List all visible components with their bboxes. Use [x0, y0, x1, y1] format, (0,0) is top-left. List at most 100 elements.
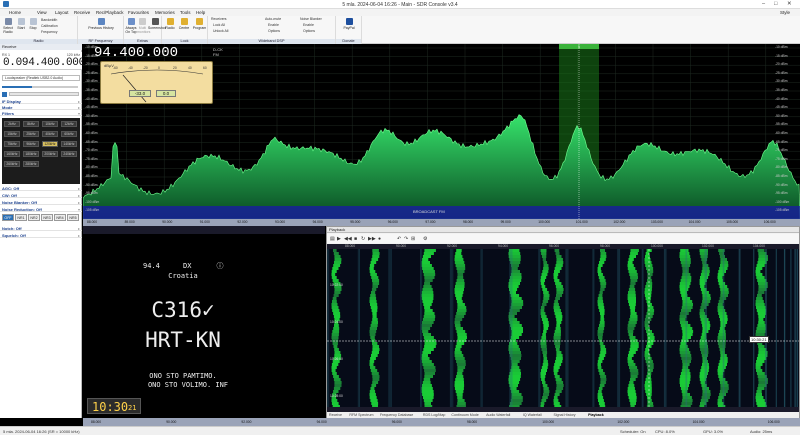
menu-style[interactable]: Style [780, 10, 790, 15]
noise-blanker-options[interactable]: Options [303, 29, 315, 33]
tab-signal-history[interactable]: Signal History [553, 413, 575, 417]
spectrum-display[interactable]: 1 -10 dBm-15 dBm-20 dBm-25 dBm-30 dBm-35… [83, 44, 800, 219]
filter-8kHz[interactable]: 8kHz [23, 121, 39, 127]
spectrum-frequency[interactable]: 94.400.000 [94, 45, 178, 61]
start-button[interactable]: Start [16, 18, 26, 30]
menu-home[interactable]: Home [9, 10, 21, 15]
unlock-all-button[interactable]: Unlock All [213, 29, 228, 33]
squelch-header[interactable]: Squelch: Off ▸ [0, 233, 82, 238]
zoom-icon[interactable]: ⊞ [411, 236, 415, 242]
always-on-top-button[interactable]: Always On Top [125, 18, 137, 34]
filter-120kHz[interactable]: 120kHz [42, 141, 58, 147]
filter-25kHz[interactable]: 25kHz [23, 131, 39, 137]
minimize-icon[interactable]: – [762, 1, 765, 7]
stop-icon[interactable]: ■ [354, 236, 357, 242]
nr-button-nr4[interactable]: NR4 [54, 214, 66, 221]
noise-blanker-enable[interactable]: Enable [303, 23, 314, 27]
filter-60kHz[interactable]: 60kHz [61, 131, 77, 137]
menu-rec-playback[interactable]: Rec/Playback [96, 10, 124, 15]
rds-info-icon[interactable]: ⓘ [215, 261, 225, 271]
frequency-display[interactable]: 0.094.400.000 [3, 57, 85, 69]
audio-device-select[interactable]: Loudspeaker (Realtek USB2.0 Audio) [2, 75, 80, 81]
bandwidth-select[interactable]: Bandwidth [41, 18, 57, 22]
menu-help[interactable]: Help [196, 10, 205, 15]
nr-button-nr3[interactable]: NR3 [41, 214, 53, 221]
paypal-button[interactable]: PayPal [339, 18, 359, 30]
filter-10kHz[interactable]: 10kHz [42, 121, 58, 127]
filter-96kHz[interactable]: 96kHz [23, 141, 39, 147]
select-radio-button[interactable]: Select Radio [2, 18, 14, 34]
waterfall-cell [679, 378, 691, 381]
previous-history-button[interactable]: Previous History [81, 18, 121, 30]
tab-continuum-mode[interactable]: Continuum Mode [451, 413, 478, 417]
auto-mute-options[interactable]: Options [268, 29, 280, 33]
calibration-button[interactable]: Calibration [41, 24, 58, 28]
lock-radio-button[interactable]: Radio [163, 18, 177, 30]
screenshot-button[interactable]: Screenshot [148, 18, 166, 30]
filter-12kHz[interactable]: 12kHz [61, 121, 77, 127]
nr-button-off[interactable]: OFF [2, 214, 14, 221]
settings-icon[interactable]: ⚙ [423, 236, 427, 242]
filter-280kHz[interactable]: 280kHz [23, 161, 39, 167]
volume-slider[interactable] [2, 86, 78, 88]
lock-centre-button[interactable]: Centre [177, 18, 191, 30]
filter-180kHz[interactable]: 180kHz [23, 151, 39, 157]
if-display-header[interactable]: IF Display ▸ [0, 99, 82, 104]
menu-layout[interactable]: Layout [55, 10, 69, 15]
squelch-slider[interactable] [9, 92, 79, 96]
stop-button[interactable]: Stop [28, 18, 38, 30]
frequency-button[interactable]: Frequency [41, 30, 58, 34]
maximize-icon[interactable]: □ [774, 1, 777, 7]
loop-icon[interactable]: ↻ [361, 236, 365, 242]
speaker-icon[interactable] [2, 92, 7, 97]
redo-icon[interactable]: ↷ [404, 236, 408, 242]
agc-header[interactable]: AGC: Off ▸ [0, 186, 82, 191]
tab-iq-waterfall[interactable]: IQ Waterfall [523, 413, 542, 417]
filter-2kHz[interactable]: 2kHz [4, 121, 20, 127]
tab-playback[interactable]: Playback [588, 413, 604, 417]
close-icon[interactable]: ✕ [787, 1, 792, 7]
filter-160kHz[interactable]: 160kHz [4, 151, 20, 157]
menu-favourites[interactable]: Favourites [128, 10, 149, 15]
filter-40kHz[interactable]: 40kHz [42, 131, 58, 137]
tab-receive[interactable]: Receive [329, 413, 342, 417]
tab-rfm-spectrum[interactable]: RFM Spectrum [349, 413, 373, 417]
undo-icon[interactable]: ↶ [397, 236, 401, 242]
noise-blanker-header[interactable]: Noise Blanker: Off ▸ [0, 200, 82, 205]
mode-header[interactable]: Mode ▸ [0, 105, 82, 110]
filter-240kHz[interactable]: 240kHz [61, 151, 77, 157]
bottom-frequency-scale[interactable]: 88.000 90.000 92.000 94.000 96.000 98.000 100.… [83, 418, 800, 426]
menu-view[interactable]: View [37, 10, 47, 15]
rewind-icon[interactable]: ◀◀ [344, 236, 352, 242]
forward-icon[interactable]: ▶▶ [368, 236, 376, 242]
filter-15kHz[interactable]: 15kHz [4, 131, 20, 137]
waterfall-cell [553, 396, 558, 399]
tab-rds-log-map[interactable]: RDS Log/Map [423, 413, 446, 417]
nr-button-nr1[interactable]: NR1 [15, 214, 27, 221]
lock-program-button[interactable]: Program [192, 18, 207, 30]
menu-tools[interactable]: Tools [180, 10, 191, 15]
frequency-scale[interactable]: 88.000 89.000 90.000 91.000 92.000 93.000 94.0… [83, 219, 800, 226]
playback-waterfall[interactable] [327, 249, 799, 407]
menu-memories[interactable]: Memories [155, 10, 175, 15]
menu-receive[interactable]: Receive [74, 10, 90, 15]
auto-mute-enable[interactable]: Enable [268, 23, 279, 27]
folder-icon[interactable]: ▤ [330, 236, 335, 242]
tab-frequency-database[interactable]: Frequency Database [380, 413, 413, 417]
play-icon[interactable]: ▶ [337, 236, 341, 242]
notch-header[interactable]: Notch: Off ▸ [0, 226, 82, 231]
record-icon[interactable]: ● [378, 236, 381, 242]
filter-75kHz[interactable]: 75kHz [4, 141, 20, 147]
filter-260kHz[interactable]: 260kHz [4, 161, 20, 167]
multi-monitor-button[interactable]: Multi monitors [137, 18, 150, 34]
cw-header[interactable]: CW: Off ▸ [0, 193, 82, 198]
lock-all-button[interactable]: Lock All [213, 23, 225, 27]
filter-200kHz[interactable]: 200kHz [42, 151, 58, 157]
filters-header[interactable]: Filters ▾ [0, 111, 82, 116]
tab-audio-waterfall[interactable]: Audio Waterfall [486, 413, 510, 417]
nr-button-nr2[interactable]: NR2 [28, 214, 40, 221]
filter-140kHz[interactable]: 140kHz [61, 141, 77, 147]
nr-button-nr5[interactable]: NR5 [67, 214, 79, 221]
meter-scale-label: -40 [128, 66, 133, 70]
noise-reduction-header[interactable]: Noise Reduction: Off ▾ [0, 207, 82, 212]
